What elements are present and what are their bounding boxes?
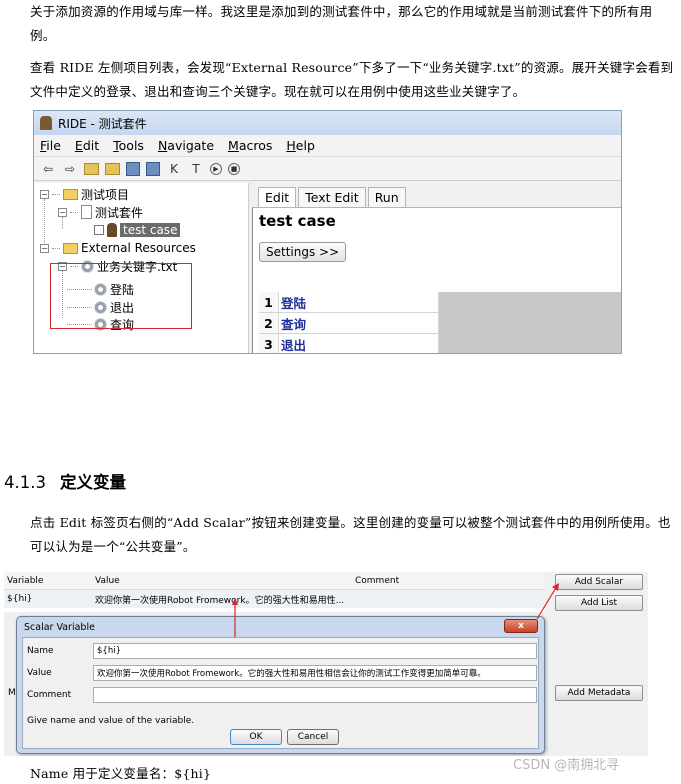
ride-window-title: RIDE - 测试套件 [58, 116, 147, 131]
collapse-toggle-icon[interactable]: − [58, 207, 67, 217]
ride-menubar: File Edit Tools Navigate Macros Help [34, 135, 621, 157]
step-grid: 1 登陆 2 查询 3 退出 4 [259, 292, 621, 353]
section-title: 定义变量 [59, 473, 126, 492]
table-row: 1 登陆 [259, 292, 621, 313]
menu-tools[interactable]: Tools [113, 138, 144, 153]
save-icon[interactable] [126, 161, 140, 176]
forward-arrow-icon[interactable]: ⇨ [62, 161, 78, 177]
menu-file[interactable]: File [40, 138, 61, 153]
editor-panel: Edit Text Edit Run test case Settings >>… [250, 183, 621, 353]
folder-icon [63, 242, 78, 254]
tree-item-label: 测试套件 [95, 205, 144, 220]
arrow-head [552, 583, 559, 591]
paragraph-ride-tree-text: 查看 RIDE 左侧项目列表，会发现“External Resource”下多了… [30, 60, 674, 99]
tree-guide [52, 193, 60, 195]
checkbox-icon[interactable] [94, 225, 104, 235]
save-all-icon[interactable] [146, 161, 160, 176]
settings-button[interactable]: Settings >> [259, 242, 347, 262]
paragraph-ride-tree: 查看 RIDE 左侧项目列表，会发现“External Resource”下多了… [4, 56, 676, 104]
variables-screenshot: Variable Value Comment ${hi} 欢迎你第一次使用Rob… [4, 572, 648, 756]
tree-item-testcase[interactable]: test case [94, 221, 181, 239]
table-row: 3 退出 [259, 334, 621, 353]
tree-item-label: External Resources [81, 241, 196, 255]
ride-titlebar: RIDE - 测试套件 [34, 111, 621, 135]
paragraph-add-scalar: 点击 Edit 标签页右侧的“Add Scalar”按钮来创建变量。这里创建的变… [4, 511, 676, 559]
section-heading: 4.1.3 定义变量 [4, 469, 126, 493]
tree-item-label: 测试项目 [81, 187, 130, 202]
keyword-cell[interactable]: 登陆 [279, 292, 439, 313]
folder-icon [63, 188, 78, 200]
tree-guide [52, 247, 60, 249]
argument-cell[interactable] [439, 292, 621, 313]
tree-item-label: test case [120, 223, 181, 237]
collapse-toggle-icon[interactable]: − [40, 189, 49, 199]
test-search-icon[interactable]: T [188, 161, 204, 177]
file-icon [81, 205, 92, 219]
menu-navigate[interactable]: Navigate [158, 138, 214, 153]
argument-cell[interactable] [439, 313, 621, 334]
ride-toolbar: ⇦ ⇨ K T ▶ ■ [34, 157, 621, 181]
keyword-search-icon[interactable]: K [166, 161, 182, 177]
editor-body: test case Settings >> 1 登陆 2 查询 3 退出 [252, 207, 621, 353]
menu-help[interactable]: Help [286, 138, 315, 153]
ride-app-icon [40, 116, 52, 130]
project-tree: − 测试项目 − 测试套件 test case − External Resou… [34, 183, 249, 353]
arrow-to-add-scalar [536, 585, 558, 620]
ride-screenshot: RIDE - 测试套件 File Edit Tools Navigate Mac… [33, 110, 622, 354]
tab-run[interactable]: Run [367, 187, 406, 207]
paragraph-scope-text: 关于添加资源的作用域与库一样。我这里是添加到的测试套件中，那么它的作用域就是当前… [30, 4, 653, 43]
watermark: CSDN @南拥北寻 [513, 758, 620, 773]
paragraph-add-scalar-text: 点击 Edit 标签页右侧的“Add Scalar”按钮来创建变量。这里创建的变… [30, 515, 671, 554]
tab-text-edit[interactable]: Text Edit [298, 187, 366, 207]
open-directory-icon[interactable] [105, 162, 120, 175]
tree-item-project[interactable]: − 测试项目 [40, 185, 129, 203]
highlight-box [50, 263, 192, 329]
robot-icon [107, 223, 117, 237]
tree-item-suite[interactable]: − 测试套件 [58, 203, 143, 221]
menu-edit[interactable]: Edit [75, 138, 99, 153]
back-arrow-icon[interactable]: ⇦ [40, 161, 56, 177]
tree-guide [70, 211, 78, 213]
collapse-toggle-icon[interactable]: − [40, 243, 49, 253]
keyword-cell[interactable]: 查询 [279, 313, 439, 334]
keyword-cell[interactable]: 退出 [279, 334, 439, 353]
argument-cell[interactable] [439, 334, 621, 353]
arrow-head [232, 598, 238, 605]
editor-tabs: Edit Text Edit Run [258, 187, 408, 207]
menu-macros[interactable]: Macros [228, 138, 272, 153]
tab-edit[interactable]: Edit [258, 187, 297, 207]
test-case-title: test case [259, 212, 336, 230]
run-icon[interactable]: ▶ [210, 162, 222, 175]
open-folder-icon[interactable] [84, 162, 99, 175]
row-number: 3 [259, 334, 279, 353]
tree-item-external-resources[interactable]: − External Resources [40, 239, 196, 257]
section-number: 4.1.3 [4, 473, 46, 492]
annotation-arrows [232, 583, 559, 637]
row-number: 2 [259, 313, 279, 334]
paragraph-scope: 关于添加资源的作用域与库一样。我这里是添加到的测试套件中，那么它的作用域就是当前… [4, 0, 676, 48]
table-row: 2 查询 [259, 313, 621, 334]
stop-icon[interactable]: ■ [228, 162, 240, 175]
row-number: 1 [259, 292, 279, 313]
